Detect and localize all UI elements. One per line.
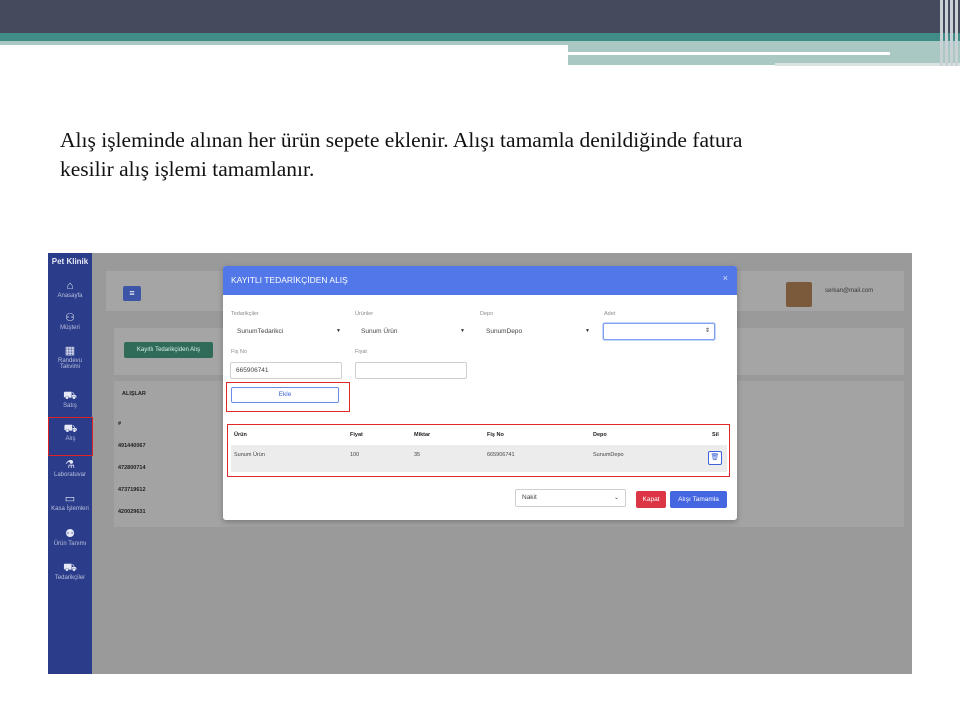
brand-name: Pet Klinik: [51, 257, 89, 266]
flask-icon: ⚗: [65, 459, 75, 471]
sidebar-item-musteri[interactable]: ⚇ Müşteri: [48, 312, 92, 331]
sidebar-item-label: Laboratuvar: [53, 472, 87, 478]
sidebar-item-laboratuvar[interactable]: ⚗ Laboratuvar: [48, 459, 92, 478]
sidebar-item-label: Kasa İşlemleri: [51, 506, 89, 512]
receipt-label: Fiş No: [231, 349, 247, 355]
sidebar-item-tedarikciler[interactable]: ⛟ Tedarikçiler: [48, 562, 92, 581]
home-icon: ⌂: [66, 280, 74, 292]
supplier-select[interactable]: SunumTedarikci ▼: [231, 324, 345, 339]
slide-top-bar: [0, 0, 960, 33]
quantity-label: Adet: [604, 311, 616, 317]
slide-text-line-1: Alış işleminde alınan her ürün sepete ek…: [60, 128, 743, 152]
slide-text: Alış işleminde alınan her ürün sepete ek…: [60, 126, 920, 184]
depot-label: Depo: [480, 311, 494, 317]
slide-accent-band: [568, 45, 960, 65]
purchases-col-header: #: [118, 421, 122, 427]
depot-value: SunumDepo: [486, 328, 523, 335]
sidebar-item-anasayfa[interactable]: ⌂ Anasayfa: [48, 280, 92, 299]
cell-product: Sunum Ürün: [234, 452, 265, 458]
people-icon: ⚉: [65, 528, 75, 540]
basket-icon: ⛟: [63, 390, 77, 402]
chevron-down-icon: ⌄: [613, 495, 619, 501]
chevron-down-icon: ▼: [460, 328, 465, 334]
slide-teal-band: [0, 33, 960, 41]
table-row: 473719612: [118, 487, 146, 493]
trash-icon: 🗑: [710, 454, 720, 461]
truck-icon: ⛟: [63, 423, 78, 435]
sidebar-item-label: Randevu Takvimi: [57, 358, 83, 370]
cell-depot: SunumDepo: [593, 452, 624, 458]
sidebar-item-label: Alış: [65, 436, 76, 442]
price-label: Fiyat: [355, 349, 367, 355]
sidebar-item-label: Müşteri: [60, 325, 80, 331]
supplier-purchase-button[interactable]: Kayıtlı Tedarikçiden Alış: [124, 342, 213, 358]
finish-purchase-button[interactable]: Alışı Tamamla: [670, 491, 727, 508]
sidebar-item-label: Ürün Tanımı: [53, 541, 87, 547]
slide-stripes: [930, 0, 960, 66]
cash-icon: ▭: [64, 493, 76, 505]
sidebar-item-satis[interactable]: ⛟ Satış: [48, 390, 92, 409]
slide-text-line-2: kesilir alış işlemi tamamlanır.: [60, 157, 315, 181]
supplier-value: SunumTedarikci: [237, 328, 284, 335]
product-select[interactable]: Sunum Ürün ▼: [355, 324, 469, 339]
depot-select[interactable]: SunumDepo ▼: [480, 324, 594, 339]
col-product: Ürün: [234, 432, 247, 438]
sidebar-item-urun-tanimi[interactable]: ⚉ Ürün Tanımı: [48, 528, 92, 547]
col-depot: Depo: [593, 432, 607, 438]
sidebar-item-kasa[interactable]: ▭ Kasa İşlemleri: [48, 493, 92, 512]
table-row: 472800714: [118, 465, 146, 471]
table-row: Sunum Ürün 100 35 665906741 SunumDepo: [231, 445, 727, 472]
table-row: 420029631: [118, 509, 146, 515]
cell-price: 100: [350, 452, 360, 458]
product-label: Ürünler: [355, 311, 374, 317]
sidebar-item-label: Anasayfa: [57, 293, 83, 299]
menu-toggle-button[interactable]: ≡: [123, 286, 141, 301]
table-row: 491440067: [118, 443, 146, 449]
receipt-field[interactable]: 665906741: [230, 362, 342, 379]
sidebar-item-randevu[interactable]: ▦ Randevu Takvimi: [48, 345, 92, 370]
calendar-icon: ▦: [64, 345, 76, 357]
user-icon: ⚇: [65, 312, 75, 324]
payment-method-select[interactable]: Nakit ⌄: [515, 489, 626, 507]
col-delete: Sil: [712, 432, 719, 438]
slide-accent-line: [568, 52, 890, 55]
chevron-down-icon: ▼: [336, 328, 341, 334]
sidebar-item-alis[interactable]: ⛟ Alış: [48, 417, 93, 456]
close-icon[interactable]: ×: [723, 266, 728, 293]
receipt-value: 665906741: [236, 367, 269, 374]
col-quantity: Miktar: [414, 432, 431, 438]
close-button[interactable]: Kapat: [636, 491, 666, 508]
col-receipt: Fiş No: [487, 432, 504, 438]
sidebar-item-label: Satış: [63, 403, 77, 409]
modal-title: KAYITLI TEDARİKÇİDEN ALIŞ: [231, 275, 348, 285]
cart-table-header: Ürün Fiyat Miktar Fiş No Depo Sil: [231, 427, 727, 444]
payment-method-value: Nakit: [522, 494, 537, 501]
cell-quantity: 35: [414, 452, 421, 458]
supplier-label: Tedarikçiler: [231, 311, 259, 317]
modal-header: KAYITLI TEDARİKÇİDEN ALIŞ ×: [223, 266, 737, 295]
cell-receipt: 665906741: [487, 452, 515, 458]
stepper-icon[interactable]: ⇕: [705, 324, 710, 339]
add-button[interactable]: Ekle: [231, 387, 339, 403]
truck-icon: ⛟: [63, 562, 77, 574]
user-email[interactable]: serkan@mail.com: [825, 288, 873, 294]
sidebar-item-label: Tedarikçiler: [54, 575, 86, 581]
quantity-stepper[interactable]: ⇕: [603, 323, 715, 340]
price-field[interactable]: [355, 362, 467, 379]
product-value: Sunum Ürün: [361, 328, 398, 335]
chevron-down-icon: ▼: [585, 328, 590, 334]
col-price: Fiyat: [350, 432, 363, 438]
purchases-title: ALIŞLAR: [122, 391, 146, 397]
avatar[interactable]: [786, 282, 812, 307]
delete-button[interactable]: 🗑: [708, 451, 722, 465]
